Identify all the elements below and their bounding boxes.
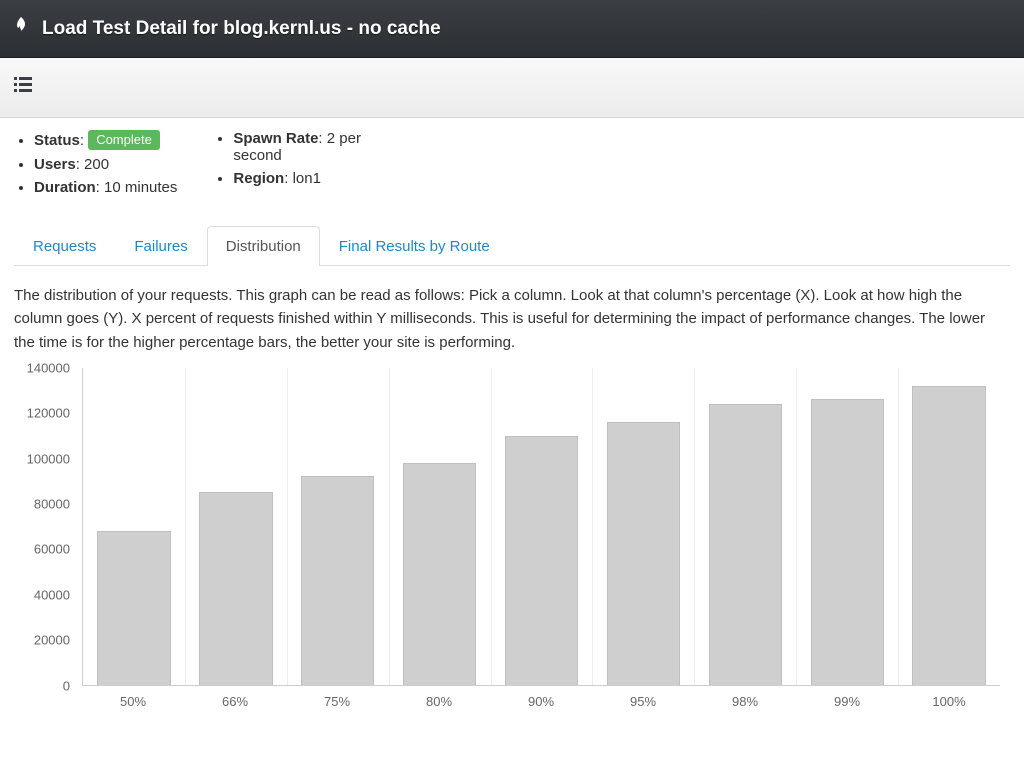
y-axis: 020000400006000080000100000120000140000 xyxy=(10,362,78,686)
tab-distribution[interactable]: Distribution xyxy=(207,226,320,266)
y-tick: 100000 xyxy=(27,451,70,466)
grid-line xyxy=(491,368,492,685)
plot-area xyxy=(82,368,1000,686)
meta-status-label: Status xyxy=(34,132,80,149)
meta-status: Status: Complete xyxy=(34,130,177,150)
bar-slot xyxy=(491,368,593,685)
content-area: Status: Complete Users: 200 Duration: 10… xyxy=(0,118,1024,714)
x-tick: 99% xyxy=(796,688,898,709)
toolbar xyxy=(0,58,1024,118)
meta-region-value: lon1 xyxy=(293,170,321,187)
bar xyxy=(505,436,578,685)
meta-duration-value: 10 minutes xyxy=(104,179,177,196)
bar-slot xyxy=(389,368,491,685)
x-tick: 95% xyxy=(592,688,694,709)
meta-users-label: Users xyxy=(34,156,76,173)
x-axis: 50%66%75%80%90%95%98%99%100% xyxy=(82,688,1000,709)
bar-slot xyxy=(898,368,1000,685)
x-tick: 98% xyxy=(694,688,796,709)
meta-duration-label: Duration xyxy=(34,179,96,196)
bar xyxy=(97,531,170,685)
bar-slot xyxy=(592,368,694,685)
tab-failures[interactable]: Failures xyxy=(115,226,206,266)
meta-info: Status: Complete Users: 200 Duration: 10… xyxy=(14,130,1010,202)
bar xyxy=(301,476,374,684)
meta-col-right: Spawn Rate: 2 per second Region: lon1 xyxy=(213,130,413,202)
y-tick: 140000 xyxy=(27,360,70,375)
bar-slot xyxy=(83,368,185,685)
x-tick: 100% xyxy=(898,688,1000,709)
bar xyxy=(811,399,884,684)
distribution-chart: 020000400006000080000100000120000140000 … xyxy=(10,362,1008,714)
tabs: Requests Failures Distribution Final Res… xyxy=(14,226,1010,266)
tab-requests[interactable]: Requests xyxy=(14,226,115,266)
y-tick: 80000 xyxy=(34,497,70,512)
meta-users: Users: 200 xyxy=(34,156,177,173)
bar xyxy=(607,422,680,685)
y-tick: 20000 xyxy=(34,633,70,648)
grid-line xyxy=(898,368,899,685)
x-tick: 50% xyxy=(82,688,184,709)
y-tick: 120000 xyxy=(27,406,70,421)
tab-final-results[interactable]: Final Results by Route xyxy=(320,226,509,266)
meta-col-left: Status: Complete Users: 200 Duration: 10… xyxy=(14,130,177,202)
bar-slot xyxy=(287,368,389,685)
flame-icon xyxy=(14,17,28,40)
bar xyxy=(912,386,985,685)
bar xyxy=(709,404,782,685)
grid-line xyxy=(592,368,593,685)
x-tick: 90% xyxy=(490,688,592,709)
chart-description: The distribution of your requests. This … xyxy=(14,284,1010,354)
meta-users-value: 200 xyxy=(84,156,109,173)
y-tick: 40000 xyxy=(34,587,70,602)
bar-slot xyxy=(796,368,898,685)
x-tick: 66% xyxy=(184,688,286,709)
meta-region-label: Region xyxy=(233,170,284,187)
grid-line xyxy=(796,368,797,685)
status-badge: Complete xyxy=(88,130,160,150)
bar xyxy=(199,492,272,684)
grid-line xyxy=(185,368,186,685)
list-icon[interactable] xyxy=(14,77,32,98)
bar xyxy=(403,463,476,685)
bar-slot xyxy=(185,368,287,685)
x-tick: 75% xyxy=(286,688,388,709)
grid-line xyxy=(287,368,288,685)
meta-spawn-rate-label: Spawn Rate xyxy=(233,130,318,147)
bar-slot xyxy=(694,368,796,685)
page-title: Load Test Detail for blog.kernl.us - no … xyxy=(42,18,441,40)
meta-duration: Duration: 10 minutes xyxy=(34,179,177,196)
y-tick: 60000 xyxy=(34,542,70,557)
y-tick: 0 xyxy=(63,678,70,693)
x-tick: 80% xyxy=(388,688,490,709)
header-bar: Load Test Detail for blog.kernl.us - no … xyxy=(0,0,1024,58)
bars-container xyxy=(83,368,1000,685)
meta-spawn-rate: Spawn Rate: 2 per second xyxy=(233,130,413,164)
grid-line xyxy=(694,368,695,685)
grid-line xyxy=(389,368,390,685)
meta-region: Region: lon1 xyxy=(233,170,413,187)
